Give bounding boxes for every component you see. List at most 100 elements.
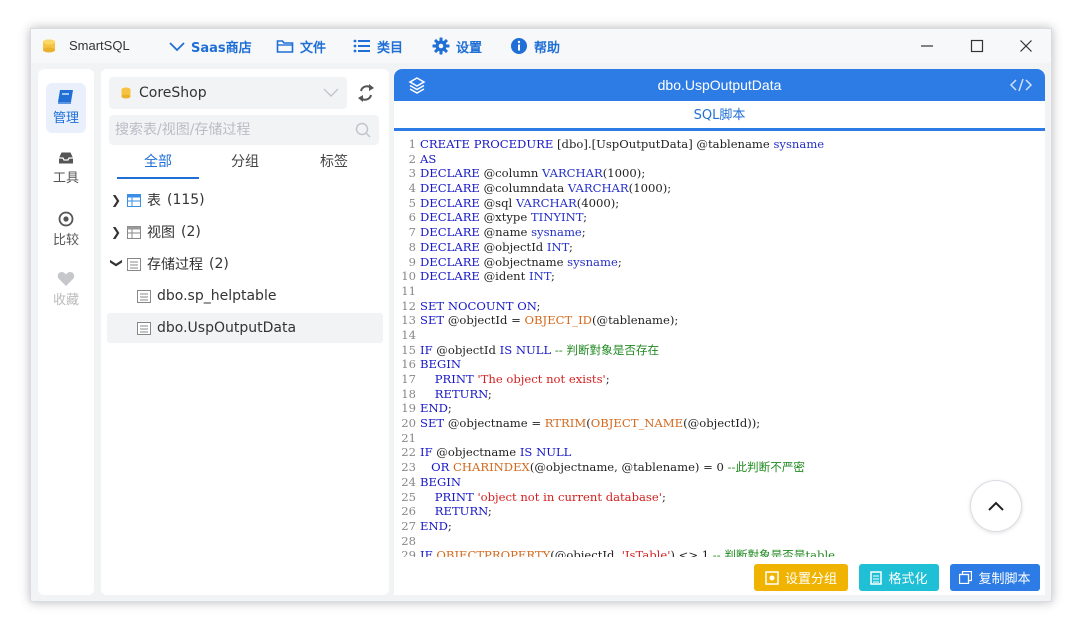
code-line: 22 IF @objectname IS NULL [394, 445, 1045, 460]
procedure-icon [137, 321, 151, 335]
tree-node-procedures[interactable]: ❯ 存储过程 (2) [107, 249, 383, 279]
menu-saas-store[interactable]: Saas商店 [169, 37, 252, 56]
menu-settings[interactable]: 设置 [432, 37, 483, 56]
chevron-down-icon [323, 88, 339, 97]
maximize-button[interactable] [965, 35, 989, 57]
search-icon[interactable] [355, 122, 371, 138]
tab-group[interactable]: 分组 [205, 151, 285, 179]
code-text: RETURN; [434, 386, 492, 401]
code-text: DECLARE @name sysname; [420, 225, 586, 240]
database-name: CoreShop [139, 85, 207, 101]
button-label: 复制脚本 [978, 572, 1031, 587]
rail-item-compare[interactable]: 比较 [38, 211, 94, 248]
inbox-icon [59, 152, 73, 164]
code-line: 28 [394, 534, 1045, 549]
line-number: 29 [401, 548, 416, 557]
menu-label: 帮助 [534, 40, 561, 56]
line-number: 13 [401, 313, 416, 328]
tree-node-tables[interactable]: ❯ 表 (115) [107, 185, 383, 215]
refresh-button[interactable] [354, 81, 378, 105]
code-line: 4 DECLARE @columndata VARCHAR(1000); [394, 181, 1045, 196]
rail-label: 比较 [52, 233, 79, 248]
title-bar: SmartSQL Saas商店 文件 类目 设置 帮助 [31, 29, 1051, 63]
image-icon [765, 570, 779, 585]
list-icon [353, 39, 370, 53]
heart-icon [57, 272, 75, 286]
code-icon[interactable] [1009, 76, 1033, 94]
line-number: 28 [401, 533, 416, 548]
line-number: 24 [401, 474, 416, 489]
tree-leaf-sp-helptable[interactable]: dbo.sp_helptable [107, 281, 383, 311]
code-text: IF OBJECTPROPERTY(@objectId, 'IsTable') … [420, 548, 836, 557]
chevron-right-icon[interactable]: ❯ [111, 193, 123, 207]
menu-label: 文件 [300, 40, 327, 56]
close-button[interactable] [1014, 35, 1038, 57]
minimize-icon [921, 45, 933, 47]
chevron-right-icon[interactable]: ❯ [111, 225, 123, 239]
code-line: 20 SET @objectname = RTRIM(OBJECT_NAME(@o… [394, 416, 1045, 431]
code-line: 8 DECLARE @objectId INT; [394, 240, 1045, 255]
refresh-icon [358, 84, 374, 102]
menu-category[interactable]: 类目 [353, 37, 403, 56]
close-icon [1020, 40, 1032, 52]
copy-script-button[interactable]: 复制脚本 [950, 564, 1040, 591]
code-text: SET NOCOUNT ON; [420, 298, 541, 313]
tab-tag[interactable]: 标签 [294, 151, 374, 179]
code-text: BEGIN [420, 357, 461, 372]
code-text: BEGIN [420, 474, 461, 489]
view-icon [127, 225, 141, 239]
format-button[interactable]: 格式化 [859, 564, 939, 591]
code-line: 19 END; [394, 401, 1045, 416]
tab-all[interactable]: 全部 [117, 151, 199, 179]
code-text: DECLARE @sql VARCHAR(4000); [420, 195, 620, 210]
code-text: PRINT 'object not in current database'; [434, 489, 666, 504]
line-number: 15 [401, 342, 416, 357]
procedure-icon [127, 257, 141, 271]
nav-rail: 管理 工具 比较 收藏 [38, 69, 94, 595]
menu-label: 设置 [456, 40, 483, 56]
line-number: 8 [408, 239, 416, 254]
code-line: 18 RETURN; [394, 387, 1045, 402]
code-line: 16 BEGIN [394, 357, 1045, 372]
line-number: 18 [401, 386, 416, 401]
tree-node-views[interactable]: ❯ 视图 (2) [107, 217, 383, 247]
minimize-button[interactable] [915, 35, 939, 57]
code-line: 21 [394, 431, 1045, 446]
code-text: OR CHARINDEX(@objectname, @tablename) = … [431, 460, 806, 475]
copy-icon [959, 571, 973, 584]
menu-help[interactable]: 帮助 [510, 37, 561, 56]
line-number: 26 [401, 504, 416, 519]
procedure-icon [137, 289, 151, 303]
database-icon [121, 87, 131, 99]
tree-node-count: (2) [181, 224, 201, 240]
rail-item-tools[interactable]: 工具 [38, 151, 94, 186]
tree-leaf-uspoutputdata[interactable]: dbo.UspOutputData [107, 313, 383, 343]
line-number: 19 [401, 401, 416, 416]
scroll-to-top-button[interactable] [970, 480, 1022, 532]
code-text: DECLARE @ident INT; [420, 269, 555, 284]
menu-file[interactable]: 文件 [276, 37, 327, 56]
sql-code-area[interactable]: 1 CREATE PROCEDURE [dbo].[UspOutputData] … [394, 137, 1045, 557]
set-group-button[interactable]: 设置分组 [754, 564, 848, 591]
line-number: 5 [408, 195, 416, 210]
menu-label: Saas商店 [191, 40, 252, 56]
rail-item-favorites[interactable]: 收藏 [38, 271, 94, 308]
sql-editor-panel: dbo.UspOutputData SQL脚本 1 CREATE PROCEDUR… [394, 69, 1045, 595]
tree-tabs: 全部 分组 标签 [109, 151, 379, 179]
search-input[interactable] [109, 115, 339, 145]
code-line: 15 IF @objectId IS NULL -- 判断對象是否存在 [394, 343, 1045, 358]
rail-item-manage[interactable]: 管理 [38, 83, 94, 133]
tree-node-label: 视图 [147, 225, 175, 241]
code-line: 26 RETURN; [394, 504, 1045, 519]
code-line: 27 END; [394, 519, 1045, 534]
code-text: SET @objectId = OBJECT_ID(@tablename); [420, 313, 679, 328]
line-number: 21 [401, 430, 416, 445]
tree-node-label: dbo.sp_helptable [157, 288, 277, 304]
chevron-down-icon[interactable]: ❯ [110, 258, 124, 270]
maximize-icon [970, 39, 984, 53]
database-select[interactable]: CoreShop [109, 77, 347, 109]
line-number: 4 [408, 181, 416, 196]
code-text: IF @objectname IS NULL [420, 445, 572, 460]
table-icon [127, 193, 141, 207]
tab-sql-script[interactable]: SQL脚本 [394, 105, 1045, 131]
